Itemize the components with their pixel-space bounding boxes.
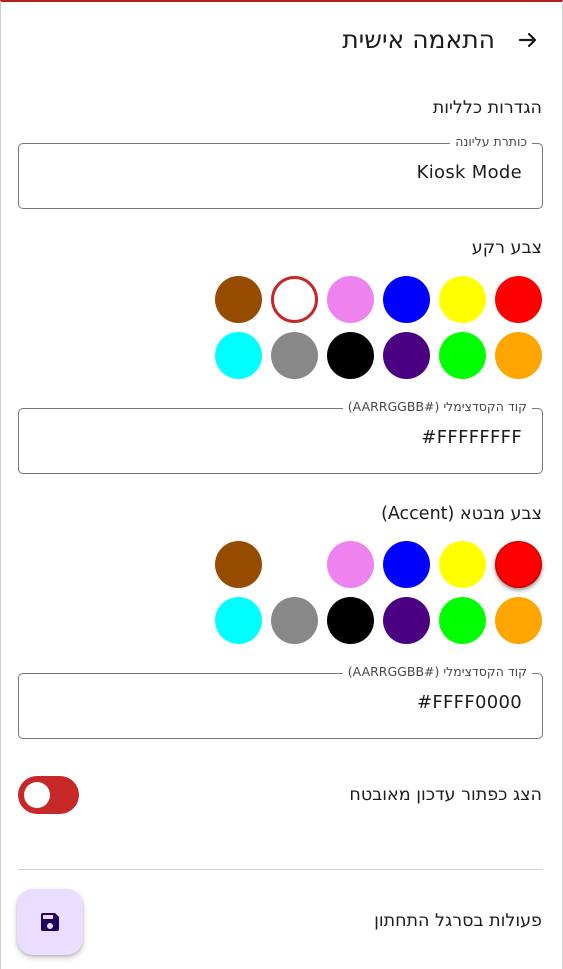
color-swatch[interactable] — [271, 597, 318, 644]
background-hex-field[interactable]: קוד הקסדצימלי (#AARRGGBB) #FFFFFFFF — [18, 399, 543, 474]
top-title-field[interactable]: כותרת עליונה Kiosk Mode — [18, 134, 543, 209]
divider — [18, 869, 543, 870]
color-swatch[interactable] — [271, 332, 318, 379]
accent-hex-field-value[interactable]: #FFFF0000 — [417, 692, 522, 713]
color-swatch[interactable] — [495, 276, 542, 323]
color-swatch[interactable] — [327, 332, 374, 379]
color-swatch[interactable] — [327, 597, 374, 644]
save-icon — [41, 913, 59, 931]
background-hex-field-value[interactable]: #FFFFFFFF — [421, 427, 522, 448]
color-swatch[interactable] — [383, 332, 430, 379]
bottom-bar-actions-label[interactable]: פעולות בסרגל התחתון — [374, 911, 542, 931]
color-swatch[interactable] — [495, 332, 542, 379]
accent-hex-field-label: קוד הקסדצימלי (#AARRGGBB) — [342, 664, 532, 679]
arrow-right-icon — [518, 32, 537, 48]
color-swatch[interactable] — [383, 541, 430, 588]
general-settings-heading: הגדרות כלליות — [432, 98, 542, 118]
secure-update-toggle[interactable] — [18, 776, 79, 814]
top-title-field-label: כותרת עליונה — [450, 134, 532, 149]
accent-color-heading: צבע מבטא (Accent) — [381, 504, 542, 524]
background-hex-field-label: קוד הקסדצימלי (#AARRGGBB) — [342, 399, 532, 414]
back-button[interactable] — [512, 24, 544, 56]
top-title-field-value[interactable]: Kiosk Mode — [417, 162, 522, 183]
color-swatch[interactable] — [495, 541, 542, 588]
color-swatch[interactable] — [215, 276, 262, 323]
page-title: התאמה אישית — [342, 25, 495, 54]
save-button[interactable] — [17, 889, 83, 955]
color-swatch[interactable] — [439, 276, 486, 323]
color-swatch[interactable] — [495, 597, 542, 644]
color-swatch[interactable] — [271, 276, 318, 323]
color-swatch[interactable] — [215, 541, 262, 588]
color-swatch[interactable] — [327, 276, 374, 323]
secure-update-toggle-label: הצג כפתור עדכון מאובטח — [349, 785, 542, 805]
color-swatch[interactable] — [439, 332, 486, 379]
color-swatch[interactable] — [327, 541, 374, 588]
color-swatch[interactable] — [383, 276, 430, 323]
toggle-knob — [24, 782, 50, 808]
color-swatch[interactable] — [439, 541, 486, 588]
color-swatch[interactable] — [271, 541, 318, 588]
accent-hex-field[interactable]: קוד הקסדצימלי (#AARRGGBB) #FFFF0000 — [18, 664, 543, 739]
color-swatch[interactable] — [215, 597, 262, 644]
color-swatch[interactable] — [383, 597, 430, 644]
background-color-heading: צבע רקע — [471, 238, 542, 258]
color-swatch[interactable] — [215, 332, 262, 379]
color-swatch[interactable] — [439, 597, 486, 644]
